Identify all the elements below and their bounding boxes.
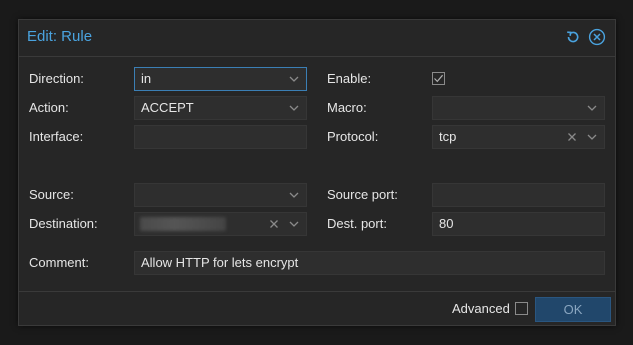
redacted-destination-value (140, 217, 226, 231)
dialog-title: Edit: Rule (27, 28, 93, 45)
ok-button[interactable]: OK (535, 297, 611, 322)
protocol-label: Protocol: (327, 129, 379, 144)
direction-label: Direction: (29, 71, 84, 86)
chevron-down-icon[interactable] (288, 188, 300, 202)
clear-icon[interactable] (566, 130, 578, 144)
enable-label: Enable: (327, 71, 372, 86)
close-icon[interactable] (588, 28, 606, 46)
comment-input[interactable]: Allow HTTP for lets encrypt (134, 251, 605, 275)
macro-label: Macro: (327, 100, 367, 115)
destination-label: Destination: (29, 216, 98, 231)
enable-checkbox[interactable] (432, 72, 445, 85)
source-label: Source: (29, 187, 74, 202)
chevron-down-icon[interactable] (288, 72, 300, 86)
macro-select[interactable] (432, 96, 605, 120)
check-icon (434, 74, 444, 83)
dialog-footer: Advanced OK (19, 292, 615, 327)
interface-input[interactable] (134, 125, 307, 149)
direction-select[interactable]: in (134, 67, 307, 91)
chevron-down-icon[interactable] (586, 101, 598, 115)
dialog-titlebar: Edit: Rule (19, 20, 615, 56)
source-port-label: Source port: (327, 187, 398, 202)
action-select[interactable]: ACCEPT (134, 96, 307, 120)
edit-rule-dialog: Edit: Rule Direction: in Action: ACCEPT (18, 19, 616, 326)
advanced-checkbox[interactable] (515, 302, 528, 315)
source-select[interactable] (134, 183, 307, 207)
source-port-input[interactable] (432, 183, 605, 207)
advanced-label: Advanced (452, 301, 510, 316)
comment-value: Allow HTTP for lets encrypt (141, 255, 299, 270)
dest-port-input[interactable]: 80 (432, 212, 605, 236)
clear-icon[interactable] (268, 217, 280, 231)
dialog-body: Direction: in Action: ACCEPT Interface: … (19, 56, 615, 292)
action-value: ACCEPT (141, 100, 194, 115)
chevron-down-icon[interactable] (288, 101, 300, 115)
action-label: Action: (29, 100, 69, 115)
reset-icon[interactable] (564, 28, 582, 46)
destination-select[interactable] (134, 212, 307, 236)
protocol-select[interactable]: tcp (432, 125, 605, 149)
interface-label: Interface: (29, 129, 84, 144)
comment-label: Comment: (29, 255, 89, 270)
dest-port-value: 80 (439, 216, 454, 231)
dest-port-label: Dest. port: (327, 216, 387, 231)
direction-value: in (141, 71, 152, 86)
chevron-down-icon[interactable] (586, 130, 598, 144)
protocol-value: tcp (439, 129, 457, 144)
chevron-down-icon[interactable] (288, 217, 300, 231)
